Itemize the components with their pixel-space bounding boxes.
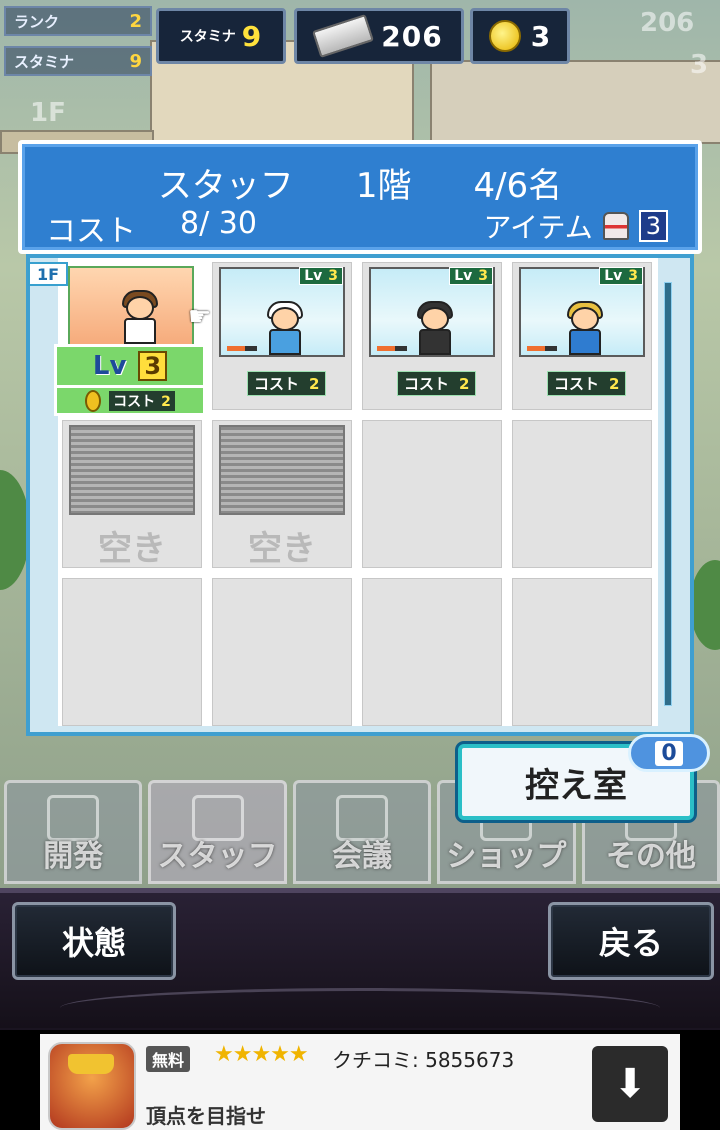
ghost-coin-count: 3 (690, 50, 709, 80)
cost-tag: コスト 2 (109, 390, 175, 411)
empty-slot (512, 578, 652, 726)
level-label: Lv (92, 351, 127, 381)
staff-character (561, 297, 605, 355)
staff-portrait (68, 266, 194, 352)
selected-cost-badge: コスト 2 (54, 388, 206, 416)
empty-slot (362, 578, 502, 726)
staff-slot-selected[interactable]: ☛ Lv 3 コスト 2 (54, 262, 211, 416)
staff-character (116, 286, 160, 344)
staff-grid: ☛ Lv 3 コスト 2 Lv 3 コスト 2 Lv 3 コスト 2 Lv 3 … (54, 258, 658, 726)
selected-level-badge: Lv 3 (54, 344, 206, 388)
download-arrow-icon: ⬇ (613, 1061, 647, 1107)
cost-tag: コスト 2 (247, 371, 327, 396)
exp-bar (527, 346, 557, 351)
back-button-label: 戻る (598, 924, 663, 962)
rank-value: 2 (129, 10, 142, 32)
grid-scrollbar[interactable] (664, 282, 672, 706)
ticket-count: 206 (381, 19, 443, 53)
status-button[interactable]: 状態 (12, 902, 176, 980)
floor-tag: 1F (28, 262, 68, 286)
staff-dialog-header: スタッフ 1階 4/6名 コスト 8/ 30 アイテム 3 (18, 140, 702, 254)
empty-label: 空き (98, 529, 166, 569)
staff-slot[interactable]: Lv 3 コスト 2 (362, 262, 502, 410)
panel-arc (60, 988, 660, 1028)
shutter-icon (69, 425, 195, 515)
rank-label: ランク (14, 12, 60, 31)
level-tag: Lv 3 (599, 267, 643, 285)
empty-slot-locked[interactable]: 空き (212, 420, 352, 569)
stamina-label: スタミナ (179, 29, 236, 45)
cost-tag: コスト 2 (547, 371, 627, 396)
app-icon[interactable] (48, 1042, 136, 1130)
empty-slot (362, 420, 502, 568)
empty-slot-locked[interactable]: 空き (62, 420, 202, 569)
stamina-box: スタミナ 9 (156, 8, 286, 64)
coin-icon (488, 20, 521, 52)
empty-slot (62, 578, 202, 726)
tab-meeting[interactable]: 会議 (292, 780, 432, 884)
dialog-floor: 1階 (355, 166, 412, 206)
tab-staff[interactable]: スタッフ (148, 780, 287, 884)
background-building (430, 60, 720, 144)
tab-label: 会議 (332, 839, 393, 874)
ad-subtitle: 頂点を目指せ (146, 1104, 266, 1126)
ghost-ticket-count: 206 (640, 8, 695, 38)
item-bag-icon (602, 212, 629, 240)
tab-label: その他 (605, 839, 696, 874)
cost-value: 8/ 30 (180, 206, 257, 241)
ticket-box: 206 (294, 8, 464, 64)
cost-label: コスト (46, 214, 136, 249)
exp-bar (227, 346, 257, 351)
empty-label: 空き (248, 529, 316, 569)
back-button[interactable]: 戻る (548, 902, 714, 980)
item-label: アイテム (483, 211, 593, 244)
coin-count: 3 (530, 19, 552, 53)
staff-slot[interactable]: Lv 3 コスト 2 (512, 262, 652, 410)
empty-slot (512, 420, 652, 568)
side-stamina-value: 9 (129, 50, 142, 72)
reserve-room-label: 控え室 (525, 765, 627, 806)
level-tag: Lv 3 (449, 267, 493, 285)
coin-box: 3 (470, 8, 570, 64)
rating-stars: ★★★★★ (214, 1042, 309, 1067)
rank-stat: ランク 2 (4, 6, 152, 36)
pointer-hand-icon: ☛ (188, 302, 212, 332)
stamina-value: 9 (241, 19, 263, 53)
dialog-title: スタッフ (157, 166, 294, 206)
review-count: クチコミ: 5855673 (332, 1048, 515, 1072)
level-tag: Lv 3 (299, 267, 343, 285)
side-stamina-label: スタミナ (14, 52, 75, 71)
medal-icon (85, 389, 102, 412)
staff-count: 4/6名 (473, 166, 563, 206)
ticket-icon (312, 14, 375, 58)
staff-slot[interactable]: Lv 3 コスト 2 (212, 262, 352, 410)
staff-character (261, 297, 305, 355)
shutter-icon (219, 425, 345, 515)
tab-development[interactable]: 開発 (4, 780, 143, 884)
level-value: 3 (138, 351, 168, 381)
item-count: 3 (638, 210, 668, 242)
side-stamina-stat: スタミナ 9 (4, 46, 152, 76)
reserve-count-badge: 0 (628, 734, 710, 772)
cost-tag: コスト 2 (397, 371, 477, 396)
exp-bar (377, 346, 407, 351)
tab-label: スタッフ (157, 839, 278, 874)
tab-label: ショップ (446, 839, 567, 874)
reserve-count: 0 (655, 740, 683, 766)
tab-label: 開発 (43, 839, 104, 874)
staff-character (411, 297, 455, 355)
ad-free-badge: 無料 (146, 1046, 191, 1072)
background-tree (690, 560, 720, 650)
status-button-label: 状態 (61, 924, 126, 962)
empty-slot (212, 578, 352, 726)
download-button[interactable]: ⬇ (592, 1046, 668, 1122)
floor-sign: 1F (30, 98, 66, 128)
